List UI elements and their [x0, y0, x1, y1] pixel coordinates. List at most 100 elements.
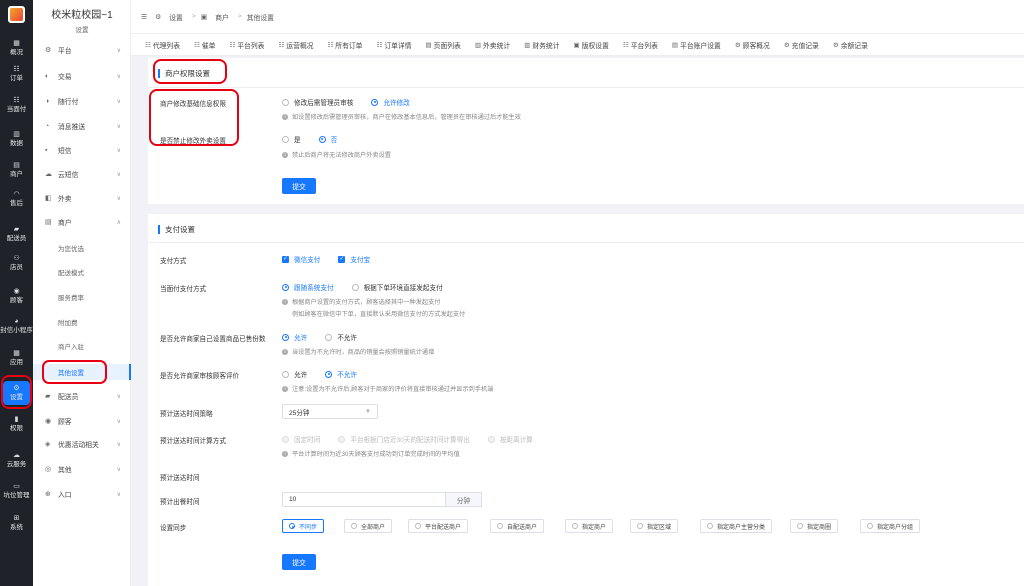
rail-item[interactable]: ◕ 封信小程序	[0, 314, 33, 338]
divider	[148, 87, 1024, 88]
meal-time-input[interactable]: 10	[282, 492, 446, 507]
sync-option[interactable]: 指定商户分组	[860, 519, 921, 533]
rail-item[interactable]: ⚇ 店员	[0, 251, 33, 275]
radio-follow-system[interactable]: 跟随系统支付	[282, 282, 334, 292]
quick-tab[interactable]: ▥ 财务统计	[524, 40, 559, 50]
top-bar: ☰ ⚙ 设置 > ▣ 商户 > 其他设置	[131, 0, 1024, 34]
sync-option[interactable]: 平台配送商户	[408, 519, 469, 533]
sync-option[interactable]: 指定商户主营分类	[700, 519, 773, 533]
rail-item[interactable]: ◠ 售后	[0, 187, 33, 211]
rail-item[interactable]: ☷ 当面付	[0, 93, 33, 117]
rail-item[interactable]: ▦ 概况	[0, 36, 33, 60]
radio-by-env[interactable]: 根据下单环境直接发起支付	[351, 282, 443, 292]
chevron-down-icon: ∨	[116, 491, 121, 498]
radio-disallow[interactable]: 不允许	[325, 332, 357, 342]
radio-require-review[interactable]: 修改后需管理员审核	[282, 97, 353, 107]
quick-tab[interactable]: ☷ 催单	[194, 40, 215, 50]
rail-item[interactable]: ☁ 云服务	[0, 448, 33, 472]
rail-item[interactable]: ▭ 坑位管理	[0, 479, 33, 503]
rail-item[interactable]: ☷ 订单	[0, 62, 33, 86]
chevron-up-icon: ∧	[116, 219, 121, 226]
rail-item[interactable]: ▥ 数据	[0, 127, 33, 151]
sync-option[interactable]: 指定商圈	[790, 519, 839, 533]
sidebar-subitem[interactable]: 为您优选	[33, 240, 131, 256]
checkbox-alipay[interactable]: ✓ 支付宝	[338, 254, 370, 264]
radio-allow-edit[interactable]: 允许修改	[371, 97, 410, 107]
sync-option[interactable]: 不同步	[282, 519, 325, 533]
rail-item[interactable]: ▮ 权限	[0, 412, 33, 436]
rail-item[interactable]: ⊞ 系统	[0, 511, 33, 535]
sidebar-group[interactable]: ◑ 随行付 ∨	[33, 93, 131, 109]
sidebar-group[interactable]: ⚙ 平台 ∨	[33, 42, 131, 58]
radio-allow[interactable]: 允许	[282, 369, 307, 379]
sidebar-group[interactable]: ◐ 交易 ∨	[33, 68, 131, 84]
radio-disallow[interactable]: 不允许	[325, 369, 357, 379]
sidebar-group[interactable]: ◈ 优惠活动相关 ∨	[33, 436, 131, 452]
chevron-down-icon: ▼	[365, 408, 371, 415]
quick-tab[interactable]: ▤ 页面列表	[426, 40, 461, 50]
bell-icon: ◔	[45, 122, 50, 130]
sidebar-subitem[interactable]: 服务费率	[33, 289, 131, 305]
eta-calc-label: 预计送达时间计算方式	[160, 438, 226, 445]
sidebar-group[interactable]: ◎ 其他 ∨	[33, 461, 131, 477]
sidebar-subitem[interactable]: 配送模式	[33, 264, 131, 280]
rail-item[interactable]: ◉ 顾客	[0, 284, 33, 308]
sync-option-label: 不同步	[299, 524, 318, 531]
sidebar-group[interactable]: ▪ 短信 ∨	[33, 142, 131, 158]
radio-icon	[637, 523, 643, 529]
breadcrumb-item[interactable]: 设置	[169, 12, 183, 22]
quick-tab[interactable]: ▤ 平台账户设置	[672, 40, 721, 50]
radio-icon	[797, 523, 803, 529]
checkbox-wechat-pay[interactable]: ✓ 微信支付	[282, 254, 320, 264]
submit-button[interactable]: 提交	[282, 554, 316, 570]
rail-item[interactable]: ▰ 配送员	[0, 222, 33, 246]
quick-tab[interactable]: ⚙ 充值记录	[784, 40, 819, 50]
info-icon: i	[282, 385, 288, 392]
radio-platform-calc[interactable]: 平台根据门店近30天的配送时间计算得出	[338, 434, 470, 444]
submit-button[interactable]: 提交	[282, 178, 316, 194]
sidebar-group[interactable]: ⊕ 入口 ∨	[33, 486, 131, 502]
radio-yes[interactable]: 是	[282, 134, 301, 144]
tab-label: 页面列表	[433, 42, 461, 50]
rail-item[interactable]: ▤ 商户	[0, 158, 33, 182]
breadcrumb-item[interactable]: 商户	[215, 12, 229, 22]
sidebar-group-label: 优惠活动相关	[58, 442, 99, 449]
sync-option[interactable]: 全部商户	[344, 519, 393, 533]
app-logo[interactable]	[8, 6, 25, 23]
quick-tab[interactable]: ☷ 所有订单	[327, 40, 362, 50]
tab-label: 催单	[201, 42, 216, 50]
sync-option-label: 平台配送商户	[425, 524, 462, 531]
sidebar-group[interactable]: ▰ 配送员 ∨	[33, 388, 131, 404]
sidebar-group[interactable]: ☁ 云短信 ∨	[33, 166, 131, 182]
sidebar-subitem[interactable]: 商户入驻	[33, 338, 131, 354]
quick-tab[interactable]: ⚙ 余额记录	[833, 40, 868, 50]
rail-item[interactable]: ▦ 应用	[0, 346, 33, 370]
sidebar-subitem[interactable]: 附加费	[33, 314, 131, 330]
divider	[148, 242, 1024, 243]
tab-icon: ▤	[671, 41, 679, 49]
menu-collapse-icon[interactable]: ☰	[141, 13, 147, 21]
radio-fixed-time[interactable]: 固定时间	[282, 434, 320, 444]
cloud-sms-icon: ☁	[45, 171, 52, 178]
sidebar-group[interactable]: ◉ 顾客 ∨	[33, 413, 131, 429]
sync-option[interactable]: 指定商户	[565, 519, 614, 533]
sidebar-group[interactable]: ◧ 外卖 ∨	[33, 190, 131, 206]
quick-tab[interactable]: ▥ 外卖统计	[475, 40, 510, 50]
sync-option[interactable]: 自配送商户	[490, 519, 545, 533]
quick-tab[interactable]: ☷ 订单详情	[376, 40, 411, 50]
radio-allow[interactable]: 允许	[282, 332, 307, 342]
quick-tab[interactable]: ☷ 平台列表	[229, 40, 264, 50]
quick-tab[interactable]: ☷ 运营概况	[278, 40, 313, 50]
sidebar-group[interactable]: ▤ 商户 ∧	[33, 214, 131, 230]
sidebar-group[interactable]: ◔ 消息推送 ∨	[33, 118, 131, 134]
eta-strategy-select[interactable]: 25分钟 ▼	[282, 404, 378, 419]
rail-item-label: 顾客	[10, 297, 23, 304]
list-icon: ☷	[13, 66, 20, 73]
quick-tab[interactable]: ⚙ 顾客概况	[735, 40, 770, 50]
sync-option[interactable]: 指定区域	[630, 519, 679, 533]
quick-tab[interactable]: ▣ 版权设置	[574, 40, 609, 50]
radio-no[interactable]: 否	[318, 134, 337, 144]
radio-by-distance[interactable]: 按距离计算	[487, 434, 533, 444]
quick-tab[interactable]: ☷ 平台列表	[623, 40, 658, 50]
quick-tab[interactable]: ☷ 代理列表	[145, 40, 180, 50]
